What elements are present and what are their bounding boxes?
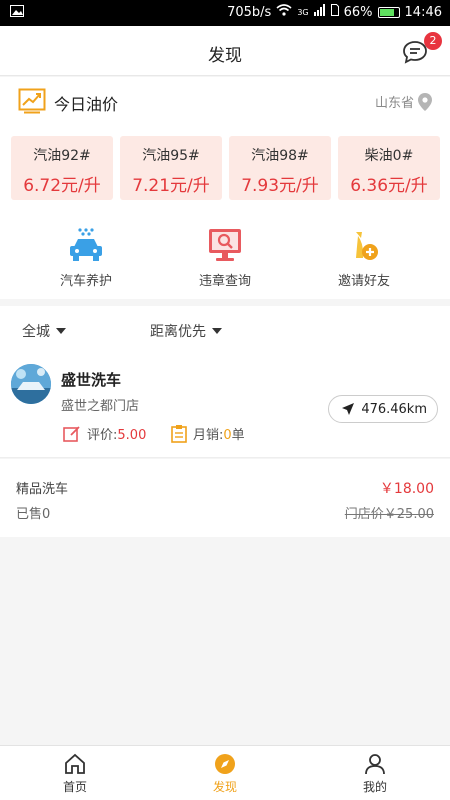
oil-price-header: 今日油价 山东省 [0,77,450,125]
oil-price-title: 今日油价 [54,95,119,114]
sales-label: 月销: [193,428,224,443]
shop-address: 盛世之都门店 [61,399,140,414]
messages-button[interactable]: 2 [402,32,442,68]
filter-bar: 全城 距离优先 [0,306,450,354]
caret-down-icon [56,328,66,334]
oil-price-list: 汽油92# 6.72元/升 汽油95# 7.21元/升 汽油98# 7.93元/… [0,125,450,215]
network-speed: 705b/s [227,4,272,20]
shop-avatar [11,364,51,404]
fuel-name: 柴油0# [364,148,414,164]
tab-label: 我的 [362,780,387,794]
fuel-price: 6.72元/升 [23,176,101,196]
service-label: 汽车养护 [59,274,112,289]
sort-filter-label: 距离优先 [150,324,206,340]
sort-filter-dropdown[interactable]: 距离优先 [150,321,222,341]
shop-rating: 评价:5.00 [63,424,146,443]
shop-monthly-sales: 月销:0单 [171,424,245,443]
price-card: 汽油92# 6.72元/升 [11,136,113,200]
sales-value: 0 [223,428,232,443]
price-card: 汽油98# 7.93元/升 [229,136,331,200]
page-title: 发现 [208,46,242,66]
province-selector[interactable]: 山东省 [375,92,432,111]
fuel-price: 6.36元/升 [350,176,428,196]
rating-value: 5.00 [117,428,147,443]
battery-percent: 66% [343,4,373,20]
product-sold-count: 已售0 [16,507,51,522]
edit-icon [63,425,80,442]
car-wash-icon [11,225,161,265]
service-label: 违章查询 [198,274,251,289]
status-bar: 705b/s 3G 66% 14:46 [0,0,450,26]
product-name: 精品洗车 [16,482,69,497]
bottom-tab-bar: 首页 发现 我的 [0,745,450,800]
wifi-icon [276,4,292,20]
network-type: 3G [297,7,309,17]
price-card: 柴油0# 6.36元/升 [338,136,440,200]
clipboard-icon [171,425,187,443]
battery-icon [377,6,400,18]
fuel-price: 7.93元/升 [241,176,319,196]
product-price: ￥18.00 [379,481,434,497]
rating-label: 评价: [87,428,118,443]
sales-unit: 单 [231,428,245,443]
monitor-search-icon [150,225,300,265]
area-filter-label: 全城 [22,324,50,340]
caret-down-icon [212,328,222,334]
product-original-price: 门店价￥25.00 [344,507,434,522]
service-label: 邀请好友 [337,274,390,289]
price-card: 汽油95# 7.21元/升 [120,136,222,200]
tab-label: 首页 [62,780,87,794]
shop-card[interactable]: 盛世洗车 盛世之都门店 476.46km 评价:5.00 月销:0单 [0,354,450,458]
service-shortcuts: 汽车养护 违章查询 邀请好友 [0,215,450,299]
user-icon [300,752,450,776]
compass-icon [150,752,300,776]
chart-trend-icon [18,88,46,118]
app-header: 发现 2 [0,26,450,76]
invite-friend-icon [289,225,439,265]
distance-value: 476.46km [361,401,427,417]
shop-name: 盛世洗车 [61,371,122,389]
province-label: 山东省 [374,96,414,111]
fuel-name: 汽油95# [142,148,200,164]
image-icon [10,5,24,21]
tab-mine[interactable]: 我的 [300,752,450,795]
service-car-care[interactable]: 汽车养护 [11,225,161,289]
signal-icon [313,4,326,20]
service-violation-query[interactable]: 违章查询 [150,225,300,289]
tab-home[interactable]: 首页 [0,752,150,795]
message-count-badge: 2 [424,32,442,50]
fuel-name: 汽油98# [251,148,309,164]
fuel-name: 汽油92# [33,148,91,164]
location-pin-icon [418,92,432,111]
distance-button[interactable]: 476.46km [328,395,438,423]
product-row[interactable]: 精品洗车 已售0 ￥18.00 门店价￥25.00 [0,459,450,537]
sim-icon [330,4,339,20]
navigation-arrow-icon [342,403,355,415]
tab-label: 发现 [212,780,237,794]
service-invite-friends[interactable]: 邀请好友 [289,225,439,289]
clock: 14:46 [404,4,442,20]
area-filter-dropdown[interactable]: 全城 [22,321,66,341]
home-icon [0,752,150,776]
tab-discover[interactable]: 发现 [150,752,300,795]
fuel-price: 7.21元/升 [132,176,210,196]
